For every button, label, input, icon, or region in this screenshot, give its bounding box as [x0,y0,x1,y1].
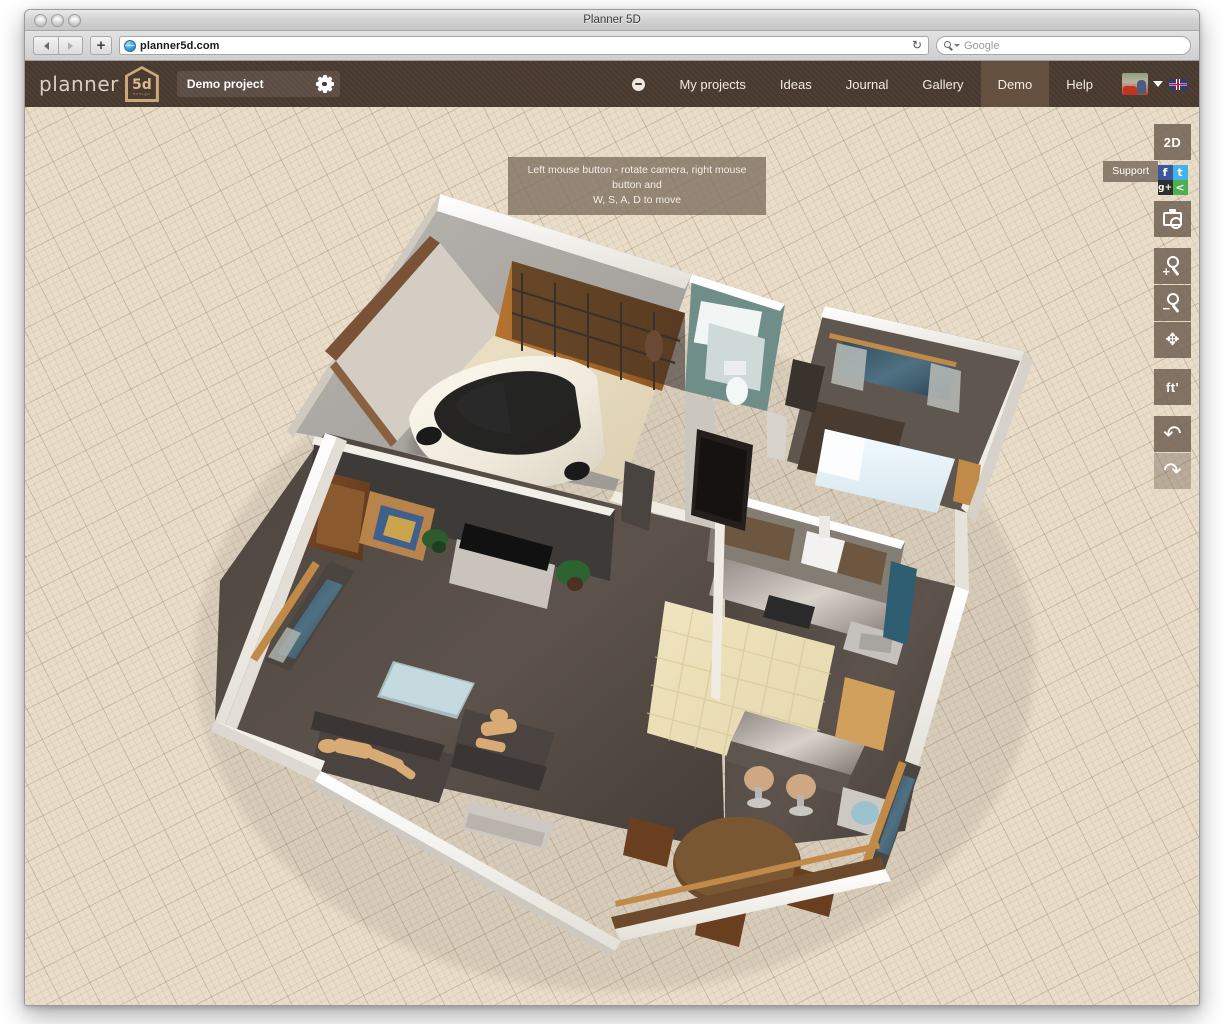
gear-icon[interactable] [318,77,332,91]
nav-item-journal[interactable]: Journal [829,61,906,107]
zoom-in-icon: + [1163,256,1183,276]
nav-item-gallery[interactable]: Gallery [905,61,980,107]
traffic-light-buttons[interactable] [34,14,81,27]
camera-icon [1163,212,1182,226]
language-selector[interactable] [1169,61,1199,107]
toggle-2d-button[interactable]: 2D [1154,124,1191,160]
reload-icon[interactable]: ↻ [910,38,924,53]
address-bar[interactable]: planner5d.com ↻ [119,36,929,55]
search-input[interactable]: Google [936,36,1191,55]
zoom-window-button[interactable] [68,14,81,27]
fullscreen-button[interactable]: ✥ [1154,322,1191,358]
social-share-buttons[interactable]: f t g+ < [1158,165,1188,195]
project-name-field[interactable]: Demo project [177,71,340,97]
nav-item-help[interactable]: Help [1049,61,1110,107]
back-button[interactable] [33,36,58,55]
back-arrow-icon [44,42,49,50]
units-label: ft' [1166,380,1179,395]
camera-hint-line2: W, S, A, D to move [516,193,758,208]
fullscreen-icon: ✥ [1163,330,1183,350]
search-provider-caret-icon [954,44,960,47]
search-placeholder: Google [964,40,999,52]
nav-item-my-projects[interactable]: My projects [662,61,762,107]
new-tab-button[interactable]: + [90,36,112,55]
url-text: planner5d.com [140,40,220,52]
user-menu[interactable] [1110,61,1169,107]
view-mode-label: 2D [1164,135,1181,150]
redo-button[interactable]: ↷ [1154,453,1191,489]
navigation-buttons[interactable] [33,36,83,55]
facebook-icon[interactable]: f [1158,165,1173,180]
site-globe-icon [124,40,136,52]
uk-flag-icon[interactable] [1169,79,1187,90]
viewport-toolbar: 2D f t g+ < + − ✥ [1154,124,1191,489]
window-title: Planner 5D [25,10,1199,31]
app-header: planner 5d design Demo project My projec… [25,61,1199,107]
share-icon[interactable]: < [1173,180,1188,195]
logo-badge-sub: design [133,91,151,96]
browser-toolbar: + planner5d.com ↻ Google [25,31,1199,61]
browser-title-bar: Planner 5D [25,10,1199,31]
units-button[interactable]: ft' [1154,369,1191,405]
browser-window: Planner 5D + planner5d.com ↻ Google [24,9,1200,1006]
twitter-icon[interactable]: t [1173,165,1188,180]
chevron-down-icon[interactable] [1153,81,1163,87]
support-button[interactable]: Support [1103,161,1158,182]
zoom-out-icon: − [1163,293,1183,313]
logo-badge-text: 5d [132,80,152,91]
camera-hint-line1: Left mouse button - rotate camera, right… [516,163,758,193]
planner5d-app: planner 5d design Demo project My projec… [25,61,1199,1006]
screenshot-button[interactable] [1154,201,1191,237]
search-icon [944,41,951,48]
nav-item-circle[interactable] [615,61,662,107]
google-plus-icon[interactable]: g+ [1158,180,1173,195]
nav-item-ideas[interactable]: Ideas [763,61,829,107]
undo-button[interactable]: ↶ [1154,416,1191,452]
project-name-text: Demo project [187,77,264,91]
redo-arrow-icon: ↷ [1163,460,1181,482]
main-nav: My projects Ideas Journal Gallery Demo H… [615,61,1199,107]
nav-item-demo[interactable]: Demo [981,61,1050,107]
minimize-window-button[interactable] [51,14,64,27]
close-window-button[interactable] [34,14,47,27]
planner5d-logo[interactable]: planner 5d design [25,66,159,102]
zoom-in-button[interactable]: + [1154,248,1191,284]
forward-arrow-icon [68,42,73,50]
camera-hint-tooltip: Left mouse button - rotate camera, right… [508,157,766,215]
zoom-out-button[interactable]: − [1154,285,1191,321]
forward-button[interactable] [58,36,83,55]
undo-arrow-icon: ↶ [1163,423,1181,445]
logo-badge-icon: 5d design [125,66,159,102]
circle-minus-icon [632,78,645,91]
avatar[interactable] [1122,73,1148,95]
logo-wordmark: planner [39,72,119,96]
